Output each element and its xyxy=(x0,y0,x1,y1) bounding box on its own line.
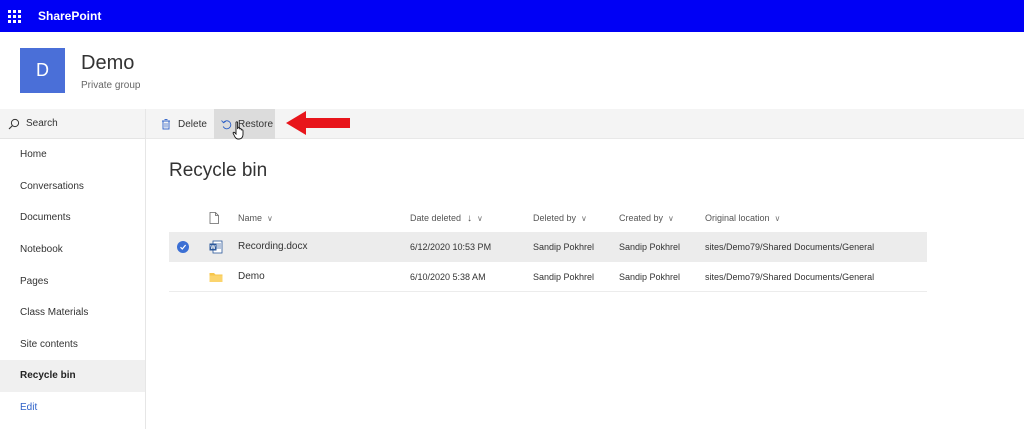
search-label: Search xyxy=(26,118,58,129)
file-name[interactable]: Recording.docx xyxy=(238,232,307,261)
list-header: Name ∨ Date deleted ↓ ∨ Deleted by ∨ Created… xyxy=(169,204,927,232)
nav-item-notebook[interactable]: Notebook xyxy=(0,234,145,266)
search-icon xyxy=(8,118,20,129)
command-bar: Delete Restore xyxy=(146,109,1024,139)
nav-item-site-contents[interactable]: Site contents xyxy=(0,329,145,361)
chevron-down-icon: ∨ xyxy=(774,213,781,223)
column-header-original-location[interactable]: Original location ∨ xyxy=(705,204,780,232)
suite-bar: SharePoint xyxy=(0,0,1024,32)
delete-button[interactable]: Delete xyxy=(160,109,207,139)
file-type-column-icon[interactable] xyxy=(209,204,219,232)
site-title[interactable]: Demo xyxy=(81,52,134,75)
column-date-deleted-label: Date deleted xyxy=(410,213,462,223)
page-title: Recycle bin xyxy=(169,160,268,181)
chevron-down-icon: ∨ xyxy=(581,213,587,223)
word-document-icon: W xyxy=(209,232,223,261)
deleted-by: Sandip Pokhrel xyxy=(533,271,595,282)
nav-edit-link[interactable]: Edit xyxy=(0,392,145,424)
original-location: sites/Demo79/Shared Documents/General xyxy=(705,241,875,252)
column-created-by-label: Created by xyxy=(619,213,664,223)
column-header-name[interactable]: Name ∨ xyxy=(238,204,273,232)
column-header-date-deleted[interactable]: Date deleted ↓ ∨ xyxy=(410,204,483,232)
app-launcher-icon[interactable] xyxy=(1,0,27,32)
original-location: sites/Demo79/Shared Documents/General xyxy=(705,271,875,282)
column-original-location-label: Original location xyxy=(705,213,770,223)
brand-name[interactable]: SharePoint xyxy=(38,9,101,23)
created-by: Sandip Pokhrel xyxy=(619,241,681,252)
nav-item-home[interactable]: Home xyxy=(0,139,145,171)
checkmark-icon xyxy=(177,240,189,253)
nav-item-documents[interactable]: Documents xyxy=(0,202,145,234)
chevron-down-icon: ∨ xyxy=(477,213,483,223)
nav-item-class-materials[interactable]: Class Materials xyxy=(0,297,145,329)
table-row[interactable]: W Recording.docx 6/12/2020 10:53 PM Sand… xyxy=(169,232,927,262)
chevron-down-icon: ∨ xyxy=(668,213,674,223)
created-by: Sandip Pokhrel xyxy=(619,271,681,282)
row-select-checkbox[interactable] xyxy=(177,232,189,261)
site-header: D Demo Private group xyxy=(0,32,1024,109)
sort-descending-icon: ↓ xyxy=(467,212,473,224)
delete-label: Delete xyxy=(178,118,207,130)
trash-icon xyxy=(162,119,170,130)
site-subtitle: Private group xyxy=(81,80,141,91)
column-name-label: Name xyxy=(238,213,263,223)
left-navigation: Search Home Conversations Documents Note… xyxy=(0,109,146,429)
site-logo[interactable]: D xyxy=(20,48,65,93)
folder-icon xyxy=(209,262,223,291)
undo-icon xyxy=(221,120,232,130)
column-header-created-by[interactable]: Created by ∨ xyxy=(619,204,674,232)
date-deleted: 6/10/2020 5:38 AM xyxy=(410,271,486,282)
nav-item-recycle-bin[interactable]: Recycle bin xyxy=(0,360,145,392)
search-box[interactable]: Search xyxy=(0,109,145,139)
file-name[interactable]: Demo xyxy=(238,262,265,291)
column-deleted-by-label: Deleted by xyxy=(533,213,577,223)
table-row[interactable]: Demo 6/10/2020 5:38 AM Sandip Pokhrel Sa… xyxy=(169,262,927,292)
svg-text:W: W xyxy=(210,245,216,251)
hand-cursor-icon xyxy=(232,121,244,140)
nav-item-conversations[interactable]: Conversations xyxy=(0,171,145,203)
nav-item-pages[interactable]: Pages xyxy=(0,265,145,297)
chevron-down-icon: ∨ xyxy=(267,213,273,223)
annotation-arrow-icon xyxy=(286,111,350,135)
column-header-deleted-by[interactable]: Deleted by ∨ xyxy=(533,204,587,232)
deleted-by: Sandip Pokhrel xyxy=(533,241,595,252)
date-deleted: 6/12/2020 10:53 PM xyxy=(410,241,492,252)
